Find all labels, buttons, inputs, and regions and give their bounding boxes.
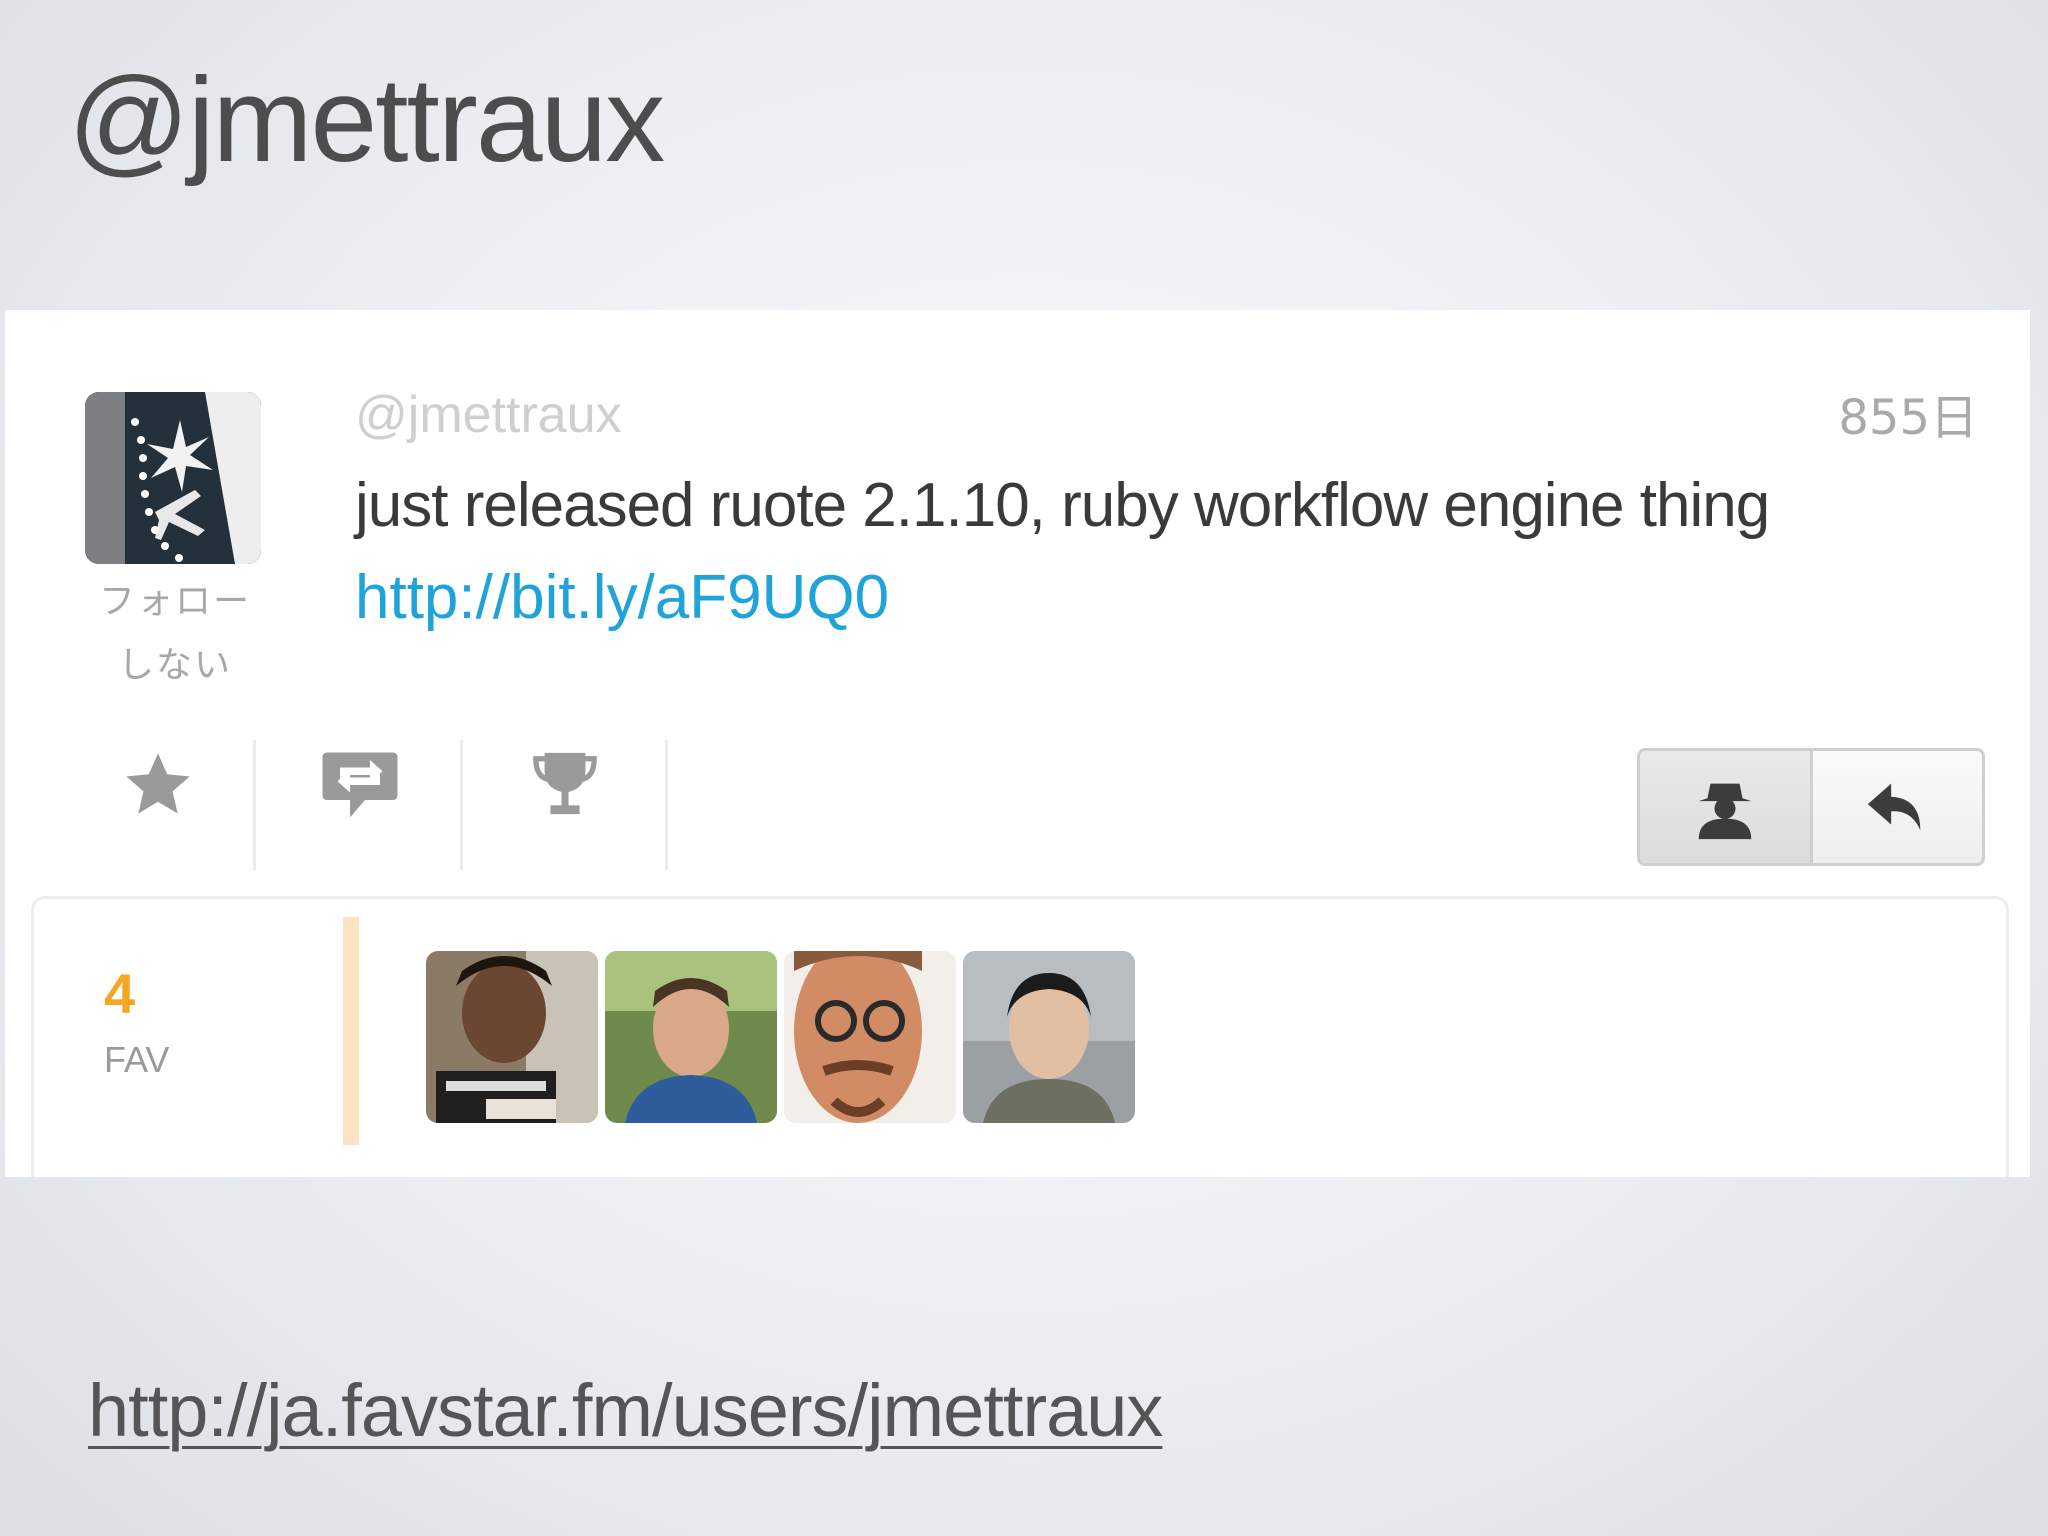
person-avatar-icon bbox=[605, 951, 777, 1123]
trophy-button[interactable] bbox=[495, 735, 635, 835]
favstar-url-link[interactable]: http://ja.favstar.fm/users/jmettraux bbox=[88, 1368, 1163, 1453]
person-avatar-icon bbox=[784, 951, 956, 1123]
tweet-handle[interactable]: @jmettraux bbox=[355, 385, 622, 445]
action-divider bbox=[665, 740, 668, 870]
star-icon bbox=[126, 753, 190, 814]
user-spy-icon bbox=[1698, 783, 1751, 840]
action-button-group bbox=[1637, 748, 1985, 866]
fav-panel: 4 FAV bbox=[31, 896, 2009, 1177]
spy-button[interactable] bbox=[1640, 751, 1813, 863]
action-divider bbox=[460, 740, 463, 870]
reply-button[interactable] bbox=[1813, 751, 1983, 863]
action-divider bbox=[253, 740, 256, 870]
fav-user-avatar[interactable] bbox=[605, 951, 777, 1123]
fav-star-button[interactable] bbox=[88, 735, 228, 835]
tweet-time: 855日 bbox=[1838, 390, 1978, 446]
fav-count: 4 bbox=[104, 962, 136, 1025]
trophy-icon bbox=[533, 752, 597, 815]
tweet-text: just released ruote 2.1.10, ruby workflo… bbox=[355, 471, 1770, 540]
fav-label: FAV bbox=[104, 1039, 170, 1080]
tweet-link[interactable]: http://bit.ly/aF9UQ0 bbox=[355, 562, 889, 633]
fav-accent-bar bbox=[343, 917, 359, 1145]
fav-user-avatar[interactable] bbox=[784, 951, 956, 1123]
person-avatar-icon bbox=[963, 951, 1135, 1123]
reply-icon bbox=[1868, 783, 1921, 831]
unfollow-label-line2: しない bbox=[117, 645, 232, 686]
avatar-image-icon bbox=[85, 392, 261, 564]
unfollow-button[interactable]: フォロー しない bbox=[65, 570, 285, 698]
tweet-card: フォロー しない @jmettraux 855日 just released r… bbox=[5, 310, 2030, 1177]
fav-user-avatar[interactable] bbox=[426, 951, 598, 1123]
fav-user-avatar[interactable] bbox=[963, 951, 1135, 1123]
person-avatar-icon bbox=[426, 951, 598, 1123]
unfollow-label-line1: フォロー bbox=[98, 581, 251, 622]
retweet-icon bbox=[322, 752, 398, 818]
retweet-button[interactable] bbox=[290, 735, 430, 835]
user-avatar[interactable] bbox=[85, 392, 261, 564]
slide-title: @jmettraux bbox=[68, 53, 665, 187]
